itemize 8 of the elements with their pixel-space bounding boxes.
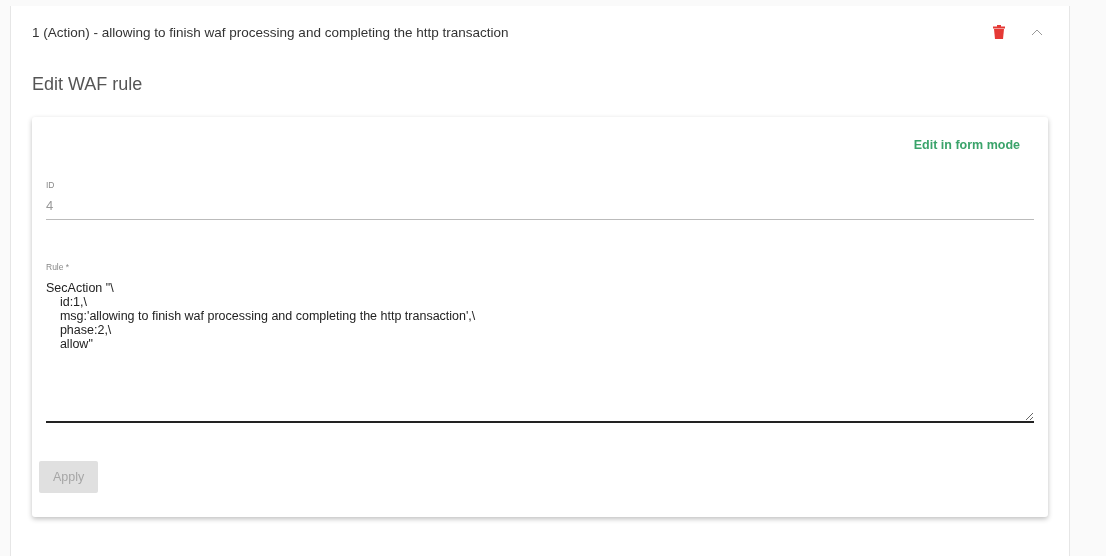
field-label: Rule * [46, 262, 71, 272]
collapse-chevron-icon[interactable] [1031, 28, 1043, 36]
edit-mode-link[interactable]: Edit in form mode [913, 138, 1020, 152]
section-heading: Edit WAF rule [32, 74, 144, 95]
rule-field[interactable]: SecAction "\ id:1,\ msg:'allowing to finish waf processing and completing the http transaction',\ phase:2,\ allow" [46, 272, 1034, 421]
panel-title: 1 (Action) - allowing to finish waf processing and completing the http transaction [32, 24, 510, 40]
trash-icon[interactable] [993, 25, 1005, 39]
field-label: ID [46, 180, 56, 190]
